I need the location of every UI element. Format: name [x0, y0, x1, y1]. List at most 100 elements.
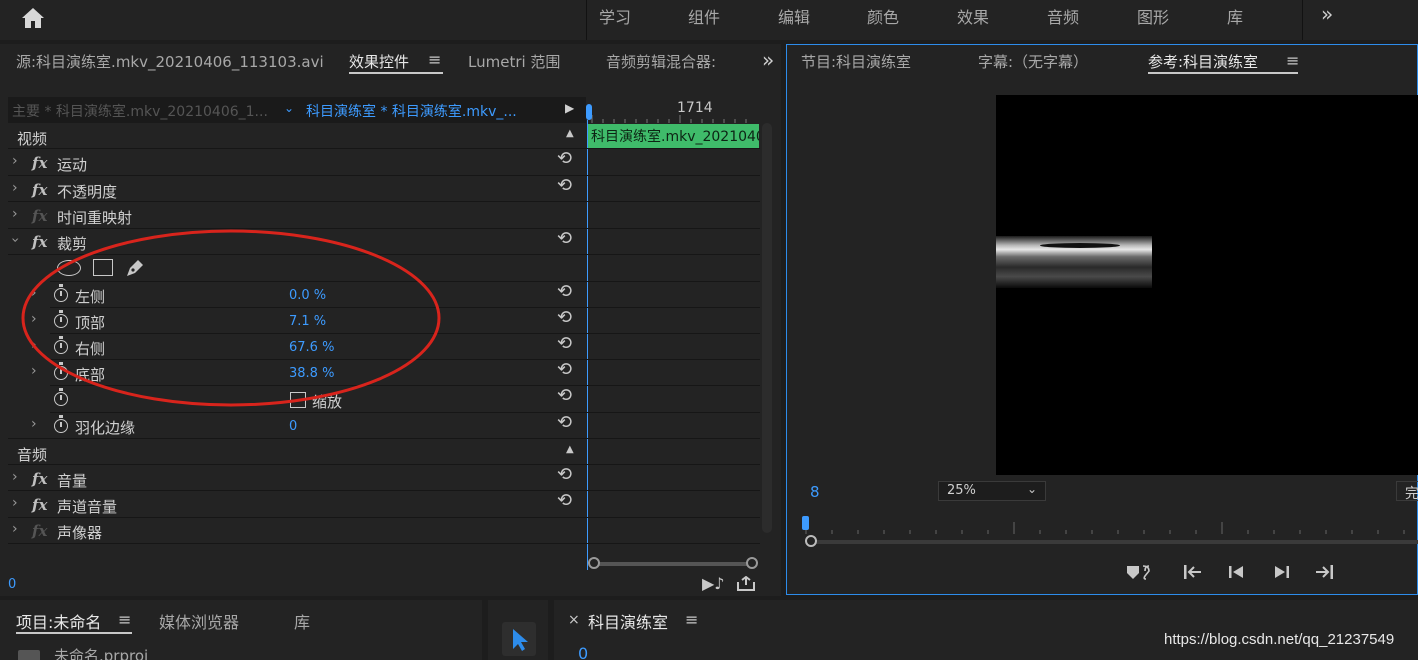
workspace-effects[interactable]: 效果 [957, 4, 989, 28]
expand-chevron-icon[interactable]: › [31, 311, 37, 327]
playhead-marker[interactable] [586, 104, 592, 120]
reset-icon[interactable]: ⟲ [557, 281, 572, 302]
more-workspaces-button[interactable]: » [1321, 2, 1333, 26]
sequence-clip-label[interactable]: 科目演练室 * 科目演练室.mkv_... [306, 101, 517, 121]
home-icon[interactable] [20, 6, 46, 30]
workspace-graphics[interactable]: 图形 [1137, 4, 1169, 28]
panel-overflow-icon[interactable]: » [762, 48, 774, 72]
crop-bottom-value[interactable]: 38.8 % [289, 366, 334, 381]
panel-menu-icon[interactable]: ≡ [428, 50, 441, 69]
reset-icon[interactable]: ⟲ [557, 412, 572, 433]
panel-menu-icon[interactable]: ≡ [1286, 51, 1299, 70]
program-timecode[interactable]: 8 [810, 483, 820, 501]
tab-program[interactable]: 节目:科目演练室 [801, 51, 911, 72]
close-icon[interactable]: × [568, 612, 580, 628]
tab-libraries[interactable]: 库 [294, 609, 310, 633]
scroll-handle-left[interactable] [588, 557, 600, 569]
feather-edges-value[interactable]: 0 [289, 419, 297, 434]
expand-chevron-icon[interactable]: › [31, 363, 37, 379]
workspace-audio[interactable]: 音频 [1047, 4, 1079, 28]
selection-tool-button[interactable] [502, 622, 536, 656]
tab-media-browser[interactable]: 媒体浏览器 [159, 609, 239, 633]
clip-bar[interactable]: 科目演练室.mkv_2021040 [588, 124, 759, 148]
workspace-editing[interactable]: 编辑 [778, 4, 810, 28]
reset-icon[interactable]: ⟲ [557, 228, 572, 249]
crop-top-value[interactable]: 7.1 % [289, 314, 326, 329]
reset-icon[interactable]: ⟲ [557, 307, 572, 328]
reset-icon[interactable]: ⟲ [557, 385, 572, 406]
zoom-checkbox[interactable] [290, 392, 306, 408]
tab-audio-clip-mixer[interactable]: 音频剪辑混合器: [606, 51, 716, 72]
zoom-bar-handle[interactable] [805, 535, 817, 547]
collapse-chevron-icon[interactable]: › [7, 237, 23, 243]
expand-chevron-icon[interactable]: › [12, 206, 18, 222]
workspace-assembly[interactable]: 组件 [688, 4, 720, 28]
expand-chevron-icon[interactable]: › [12, 469, 18, 485]
effect-time-remapping[interactable]: 时间重映射 [57, 207, 132, 228]
effect-opacity[interactable]: 不透明度 [57, 181, 117, 202]
tab-lumetri-scopes[interactable]: Lumetri 范围 [468, 51, 560, 72]
tab-sequence[interactable]: 科目演练室 [588, 609, 668, 633]
effect-volume[interactable]: 音量 [57, 470, 87, 491]
workspace-libraries[interactable]: 库 [1227, 4, 1243, 28]
chevron-down-icon[interactable]: ⌄ [284, 101, 294, 115]
fx-icon[interactable]: fx [32, 233, 47, 251]
effect-motion[interactable]: 运动 [57, 154, 87, 175]
expand-chevron-icon[interactable]: › [12, 521, 18, 537]
fx-icon[interactable]: fx [32, 181, 47, 199]
effect-panel-timecode[interactable]: 0 [8, 577, 16, 592]
play-audio-icon[interactable]: ▶♪ [702, 574, 725, 593]
stopwatch-icon[interactable] [54, 284, 68, 302]
expand-chevron-icon[interactable]: › [31, 285, 37, 301]
expand-chevron-icon[interactable]: › [12, 495, 18, 511]
scroll-handle-right[interactable] [746, 557, 758, 569]
collapse-up-icon[interactable]: ▲ [566, 444, 574, 455]
stopwatch-icon[interactable] [54, 415, 68, 433]
expand-chevron-icon[interactable]: › [12, 180, 18, 196]
tab-source[interactable]: 源:科目演练室.mkv_20210406_113103.avi [16, 51, 324, 72]
stopwatch-icon[interactable] [54, 362, 68, 380]
stopwatch-icon[interactable] [54, 310, 68, 328]
expand-chevron-icon[interactable]: › [31, 337, 37, 353]
go-to-out-icon[interactable] [1313, 563, 1335, 581]
zoom-dropdown[interactable]: 25% ⌄ [938, 481, 1046, 501]
tab-effect-controls[interactable]: 效果控件 [349, 51, 409, 72]
stopwatch-icon[interactable] [54, 388, 68, 406]
step-forward-icon[interactable] [1270, 563, 1292, 581]
monitor-ruler[interactable] [804, 518, 1418, 534]
panel-menu-icon[interactable]: ≡ [118, 610, 131, 629]
expand-chevron-icon[interactable]: › [31, 416, 37, 432]
step-back-icon[interactable] [1226, 563, 1248, 581]
go-to-in-icon[interactable] [1182, 563, 1204, 581]
tab-reference[interactable]: 参考:科目演练室 [1148, 51, 1258, 72]
workspace-learn[interactable]: 学习 [599, 4, 631, 28]
pen-mask-icon[interactable] [124, 257, 146, 279]
collapse-up-icon[interactable]: ▲ [566, 128, 574, 139]
fit-dropdown[interactable]: 完 [1396, 481, 1418, 501]
reset-icon[interactable]: ⟲ [557, 175, 572, 196]
expand-chevron-icon[interactable]: › [12, 153, 18, 169]
reset-icon[interactable]: ⟲ [557, 359, 572, 380]
rectangle-mask-icon[interactable] [93, 259, 113, 276]
reset-icon[interactable]: ⟲ [557, 333, 572, 354]
workspace-color[interactable]: 颜色 [867, 4, 899, 28]
horizontal-scrollbar[interactable] [592, 562, 756, 566]
reset-icon[interactable]: ⟲ [557, 464, 572, 485]
monitor-zoom-bar[interactable] [812, 540, 1418, 544]
tab-captions[interactable]: 字幕:（无字幕） [978, 51, 1088, 72]
reset-icon[interactable]: ⟲ [557, 490, 572, 511]
fx-icon[interactable]: fx [32, 496, 47, 514]
monitor-playhead[interactable] [802, 516, 809, 530]
timeline-timecode[interactable]: 0 [578, 644, 588, 660]
panel-menu-icon[interactable]: ≡ [685, 610, 698, 629]
stopwatch-icon[interactable] [54, 336, 68, 354]
vertical-scrollbar[interactable] [762, 123, 772, 533]
add-marker-icon[interactable] [1125, 562, 1155, 582]
tab-project[interactable]: 项目:未命名 [16, 609, 101, 633]
project-file-name[interactable]: 未命名.prproj [54, 645, 148, 660]
effect-crop[interactable]: 裁剪 [57, 233, 87, 254]
crop-left-value[interactable]: 0.0 % [289, 288, 326, 303]
play-arrow-icon[interactable]: ▶ [565, 101, 574, 115]
effect-panner[interactable]: 声像器 [57, 522, 102, 543]
export-icon[interactable] [736, 575, 756, 592]
